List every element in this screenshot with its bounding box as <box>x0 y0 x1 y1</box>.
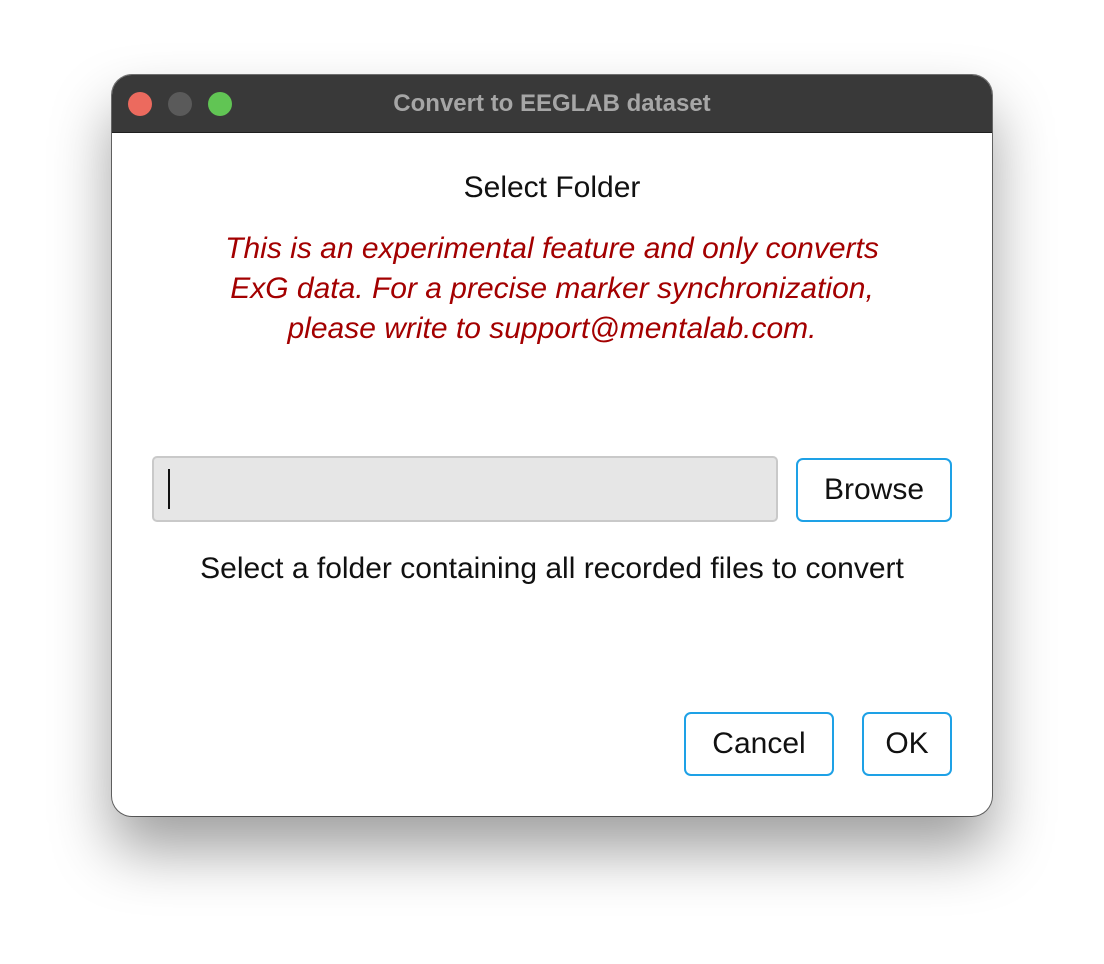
dialog-heading: Select Folder <box>463 171 641 204</box>
close-window-button[interactable] <box>128 92 152 116</box>
dialog-window: Convert to EEGLAB dataset Select Folder … <box>112 75 992 816</box>
cancel-button[interactable]: Cancel <box>684 712 834 776</box>
folder-path-input[interactable] <box>152 456 778 522</box>
experimental-warning: This is an experimental feature and only… <box>172 229 932 349</box>
window-title: Convert to EEGLAB dataset <box>393 90 711 117</box>
warning-line-3: please write to support@mentalab.com. <box>287 312 817 345</box>
ok-button[interactable]: OK <box>862 712 952 776</box>
warning-line-2: ExG data. For a precise marker synchroni… <box>230 272 874 305</box>
folder-hint: Select a folder containing all recorded … <box>200 552 904 585</box>
zoom-window-button[interactable] <box>208 92 232 116</box>
minimize-window-button[interactable] <box>168 92 192 116</box>
browse-button[interactable]: Browse <box>796 458 952 522</box>
title-bar: Convert to EEGLAB dataset <box>112 75 992 133</box>
warning-line-1: This is an experimental feature and only… <box>225 232 879 265</box>
text-cursor <box>168 469 170 509</box>
